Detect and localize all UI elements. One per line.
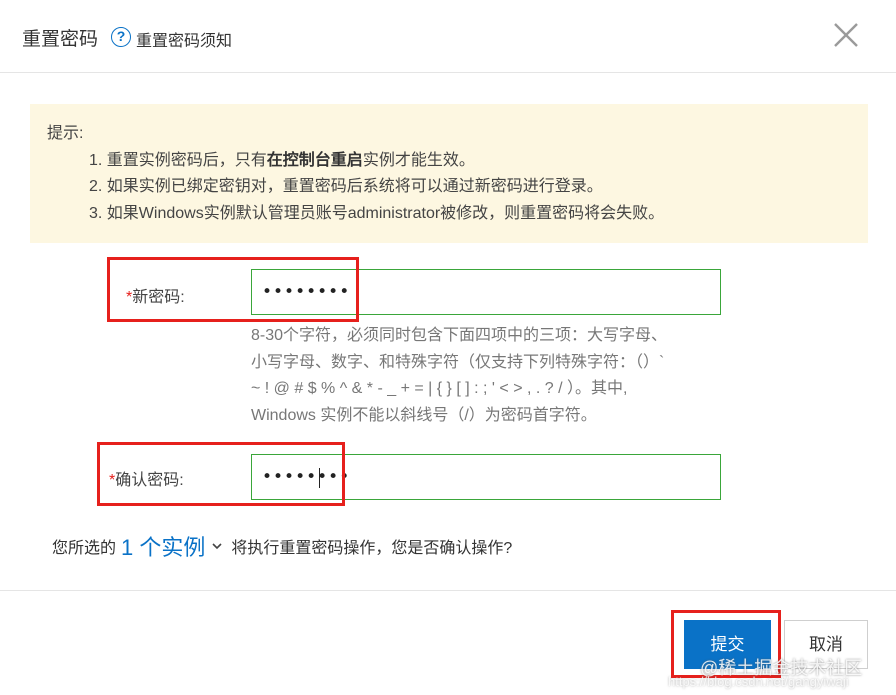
password-rules-hint: 8-30个字符，必须同时包含下面四项中的三项：大写字母、 小写字母、数字、和特殊… xyxy=(251,327,668,424)
dialog-title: 重置密码 xyxy=(22,29,99,50)
watermark-url: https://blog.csdn.net/gangyiwaji xyxy=(668,674,849,689)
chevron-down-icon[interactable] xyxy=(211,540,223,552)
annotation-highlight-confirm-password xyxy=(97,442,345,506)
confirm-message: 您所选的 1 个实例 将执行重置密码操作，您是否确认操作? xyxy=(52,535,513,560)
close-icon[interactable] xyxy=(830,19,862,51)
notice-item: 2. 如果实例已绑定密钥对，重置密码后系统将可以通过新密码进行登录。 xyxy=(89,178,603,195)
notice-emphasis: 在控制台重启 xyxy=(266,152,363,169)
selected-instances-link[interactable]: 1 个实例 xyxy=(121,535,205,560)
notice-title: 提示: xyxy=(47,125,84,142)
notice-item: 1. 重置实例密码后，只有在控制台重启实例才能生效。 xyxy=(89,152,475,169)
footer-divider xyxy=(0,590,896,591)
dialog-header: 重置密码 ? 重置密码须知 xyxy=(0,0,896,73)
reset-password-dialog: 重置密码 ? 重置密码须知 提示: 1. 重置实例密码后，只有在控制台重启实例才… xyxy=(0,0,896,695)
annotation-highlight-new-password xyxy=(107,257,359,322)
reset-password-notice-link[interactable]: 重置密码须知 xyxy=(136,27,232,51)
notice-item: 3. 如果Windows实例默认管理员账号administrator被修改，则重… xyxy=(89,205,665,222)
notice-box: 提示: 1. 重置实例密码后，只有在控制台重启实例才能生效。 2. 如果实例已绑… xyxy=(30,104,868,243)
help-icon[interactable]: ? xyxy=(111,27,131,47)
